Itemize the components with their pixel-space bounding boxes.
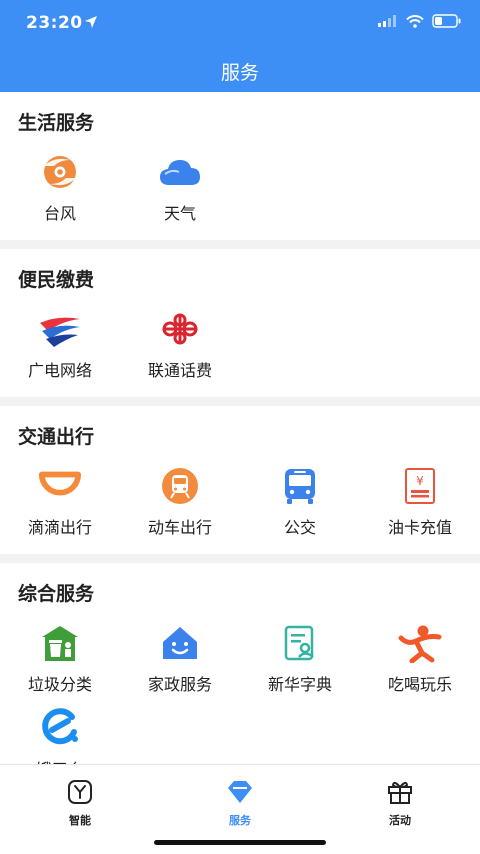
status-time: 23:20 [26, 13, 83, 33]
diamond-icon [228, 781, 252, 803]
cloud-icon [158, 150, 202, 194]
tab-label: 服务 [229, 814, 251, 827]
gift-icon [388, 781, 412, 804]
service-leisure[interactable]: 吃喝玩乐 [360, 621, 480, 695]
leisure-icon [398, 621, 442, 665]
service-label: 滴滴出行 [27, 518, 92, 537]
tab-activities[interactable]: 活动 [340, 777, 460, 828]
section-title: 综合服务 [18, 583, 95, 605]
train-icon [158, 464, 202, 508]
status-bar: 23:20 [0, 0, 480, 46]
dictionary-icon [278, 621, 322, 665]
service-typhoon[interactable]: 台风 [0, 150, 120, 224]
service-train[interactable]: 动车出行 [120, 464, 240, 538]
section-title: 生活服务 [18, 112, 95, 134]
section-title: 交通出行 [18, 426, 95, 448]
service-label: 广电网络 [27, 361, 92, 380]
service-bus[interactable]: 公交 [240, 464, 360, 538]
china-unicom-logo [158, 307, 202, 351]
typhoon-icon [38, 150, 82, 194]
tab-smart[interactable]: 智能 [20, 777, 140, 828]
didi-logo [38, 464, 82, 508]
service-label: 家政服务 [147, 675, 212, 694]
trash-sorting-icon [38, 621, 82, 665]
battery-icon [432, 14, 461, 28]
tab-label: 活动 [389, 814, 411, 827]
section-bill-payment: 便民缴费 广电网络 联通话费 [0, 249, 480, 397]
service-eleme[interactable]: 饿了么 [0, 706, 120, 764]
bus-icon [278, 464, 322, 508]
service-label: 动车出行 [147, 518, 212, 537]
service-weather[interactable]: 天气 [120, 150, 240, 224]
fuel-card-icon: ¥ [398, 464, 442, 508]
tab-services[interactable]: 服务 [180, 777, 300, 828]
service-label: 联通话费 [147, 361, 212, 380]
service-label: 吃喝玩乐 [387, 675, 452, 694]
service-label: 新华字典 [267, 675, 332, 694]
section-general-services: 综合服务 垃圾分类 家政服务 新华字典 吃喝玩乐 [0, 563, 480, 764]
svg-text:¥: ¥ [416, 474, 424, 488]
wifi-icon [406, 14, 424, 28]
service-didi[interactable]: 滴滴出行 [0, 464, 120, 538]
tab-label: 智能 [69, 814, 91, 827]
signal-icon [378, 15, 396, 27]
service-fuel-card[interactable]: ¥ 油卡充值 [360, 464, 480, 538]
broadcast-network-logo [38, 307, 82, 351]
section-life-services: 生活服务 台风 天气 [0, 92, 480, 240]
service-label: 台风 [43, 204, 76, 223]
location-arrow-icon [85, 16, 97, 28]
section-title: 便民缴费 [18, 269, 95, 291]
service-unicom-bill[interactable]: 联通话费 [120, 307, 240, 381]
service-broadcast-network[interactable]: 广电网络 [0, 307, 120, 381]
service-dictionary[interactable]: 新华字典 [240, 621, 360, 695]
service-home[interactable]: 家政服务 [120, 621, 240, 695]
service-label: 天气 [163, 204, 196, 223]
smart-icon [68, 780, 92, 804]
eleme-logo [38, 706, 82, 750]
service-trash-sorting[interactable]: 垃圾分类 [0, 621, 120, 695]
home-service-icon [158, 621, 202, 665]
section-transport: 交通出行 滴滴出行 动车出行 公交 ¥ 油卡充值 [0, 406, 480, 554]
service-label: 垃圾分类 [27, 675, 92, 694]
service-label: 饿了么 [0, 756, 120, 764]
service-label: 油卡充值 [387, 518, 452, 537]
page-title: 服务 [220, 62, 259, 84]
header-bar: 23:20 服务 [0, 0, 480, 92]
services-list[interactable]: 生活服务 台风 天气 便民缴费 广电网络 联通话费 交通出行 滴滴出行 动车出行… [0, 92, 480, 764]
home-indicator [154, 840, 326, 845]
service-label: 公交 [283, 518, 316, 537]
